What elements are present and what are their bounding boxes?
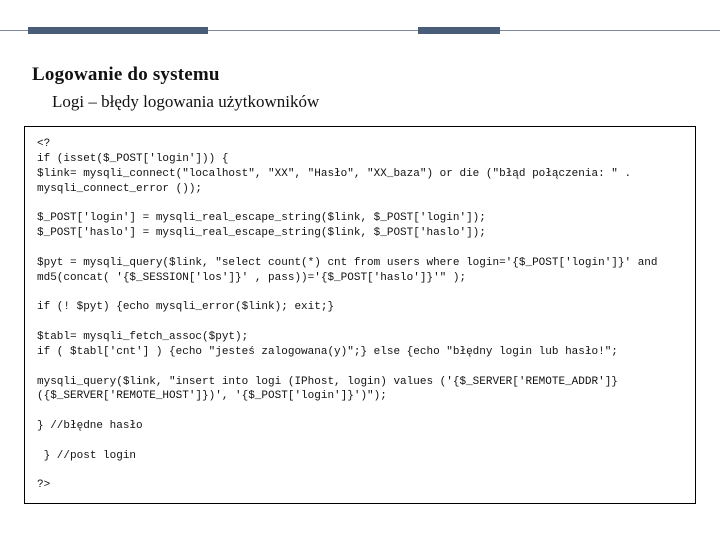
- rule-thick-segment-left: [28, 27, 208, 34]
- code-listing: <? if (isset($_POST['login'])) { $link= …: [24, 126, 696, 504]
- rule-thick-segment-right: [418, 27, 500, 34]
- page-title: Logowanie do systemu: [32, 64, 720, 86]
- top-decorative-rule: [0, 0, 720, 40]
- page-subtitle: Logi – błędy logowania użytkowników: [52, 92, 720, 112]
